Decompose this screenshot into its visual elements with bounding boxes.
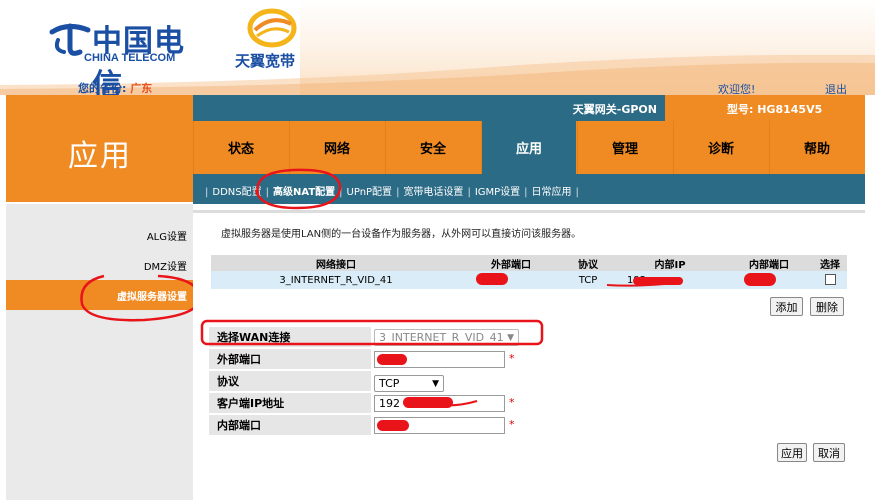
redaction-mark bbox=[377, 354, 407, 365]
apply-button[interactable]: 应用 bbox=[777, 443, 807, 462]
add-button[interactable]: 添加 bbox=[770, 297, 803, 316]
annotation-circle-nat bbox=[254, 168, 342, 210]
header: 中国电信 CHINA TELECOM 天翼宽带 您的省份: 广东 欢迎您! 退出 bbox=[0, 0, 875, 103]
tianyi-broadband-logo: 天翼宽带 bbox=[233, 8, 313, 70]
col-header-select: 选择 bbox=[813, 255, 847, 271]
subnav-voip[interactable]: 宽带电话设置 bbox=[403, 187, 463, 198]
required-mark: * bbox=[509, 396, 515, 409]
tianyi-swirl-icon bbox=[247, 8, 297, 48]
sub-nav-separator: | bbox=[205, 187, 209, 198]
redaction-mark bbox=[744, 273, 776, 286]
sub-nav-separator: | bbox=[575, 187, 579, 198]
device-name: 天翼网关-GPON bbox=[572, 103, 657, 116]
delete-button[interactable]: 删除 bbox=[810, 297, 844, 316]
row-select-checkbox[interactable] bbox=[824, 274, 836, 286]
province-value: 广东 bbox=[130, 82, 153, 95]
annotation-circle-sidebar bbox=[80, 274, 202, 322]
tab-management[interactable]: 管理 bbox=[577, 121, 672, 174]
subnav-daily-apps[interactable]: 日常应用 bbox=[532, 187, 572, 198]
chevron-down-icon: ▼ bbox=[432, 378, 439, 389]
model-info-bar: 型号: HG8145V5 bbox=[665, 95, 865, 121]
main-content: 虚拟服务器是使用LAN侧的一台设备作为服务器，从外网可以直接访问该服务器。 网络… bbox=[193, 210, 865, 500]
protocol-select[interactable]: TCP ▼ bbox=[374, 375, 444, 392]
section-title-box: 应用 bbox=[6, 95, 193, 202]
external-port-label: 外部端口 bbox=[209, 349, 371, 369]
col-header-interface: 网络接口 bbox=[211, 255, 461, 271]
col-header-internal-ip: 内部IP bbox=[615, 255, 725, 271]
china-telecom-logo: 中国电信 CHINA TELECOM bbox=[48, 14, 213, 103]
device-model: 型号: HG8145V5 bbox=[727, 103, 823, 116]
annotation-box-wan bbox=[200, 319, 544, 346]
subnav-upnp[interactable]: UPnP配置 bbox=[347, 187, 393, 198]
section-title: 应用 bbox=[68, 139, 132, 174]
cell-interface: 3_INTERNET_R_VID_41 bbox=[211, 271, 461, 289]
required-mark: * bbox=[509, 352, 515, 365]
sub-nav-separator: | bbox=[467, 187, 471, 198]
sidebar: ALG设置 DMZ设置 虚拟服务器设置 bbox=[6, 204, 193, 500]
province-display: 您的省份: 广东 bbox=[78, 80, 152, 96]
cell-select bbox=[813, 271, 847, 289]
redaction-scribble bbox=[434, 400, 478, 407]
tab-security[interactable]: 安全 bbox=[385, 121, 480, 174]
sidebar-item-alg[interactable]: ALG设置 bbox=[147, 228, 187, 243]
client-ip-label: 客户端IP地址 bbox=[209, 393, 371, 413]
redaction-mark bbox=[476, 273, 508, 285]
table-header-row: 网络接口 外部端口 协议 内部IP 内部端口 选择 bbox=[211, 255, 847, 271]
subnav-igmp[interactable]: IGMP设置 bbox=[475, 187, 520, 198]
protocol-label: 协议 bbox=[209, 371, 371, 391]
col-header-external-port: 外部端口 bbox=[461, 255, 561, 271]
device-info-bar: 天翼网关-GPON bbox=[193, 95, 665, 121]
tab-application[interactable]: 应用 bbox=[481, 121, 576, 174]
cancel-button[interactable]: 取消 bbox=[813, 443, 845, 462]
china-telecom-en-name: CHINA TELECOM bbox=[84, 52, 176, 64]
redaction-mark bbox=[377, 420, 409, 431]
tab-diagnostics[interactable]: 诊断 bbox=[673, 121, 768, 174]
province-label: 您的省份: bbox=[78, 82, 127, 95]
protocol-value: TCP bbox=[379, 377, 400, 390]
redaction-scribble bbox=[606, 282, 676, 287]
sub-nav-separator: | bbox=[524, 187, 528, 198]
internal-port-label: 内部端口 bbox=[209, 415, 371, 435]
tab-help[interactable]: 帮助 bbox=[769, 121, 864, 174]
required-mark: * bbox=[509, 418, 515, 431]
col-header-internal-port: 内部端口 bbox=[725, 255, 813, 271]
col-header-protocol: 协议 bbox=[561, 255, 615, 271]
client-ip-prefix: 192 bbox=[379, 397, 400, 410]
sub-nav-separator: | bbox=[396, 187, 400, 198]
page-description: 虚拟服务器是使用LAN侧的一台设备作为服务器，从外网可以直接访问该服务器。 bbox=[221, 229, 582, 240]
tianyi-broadband-text: 天翼宽带 bbox=[235, 52, 296, 70]
